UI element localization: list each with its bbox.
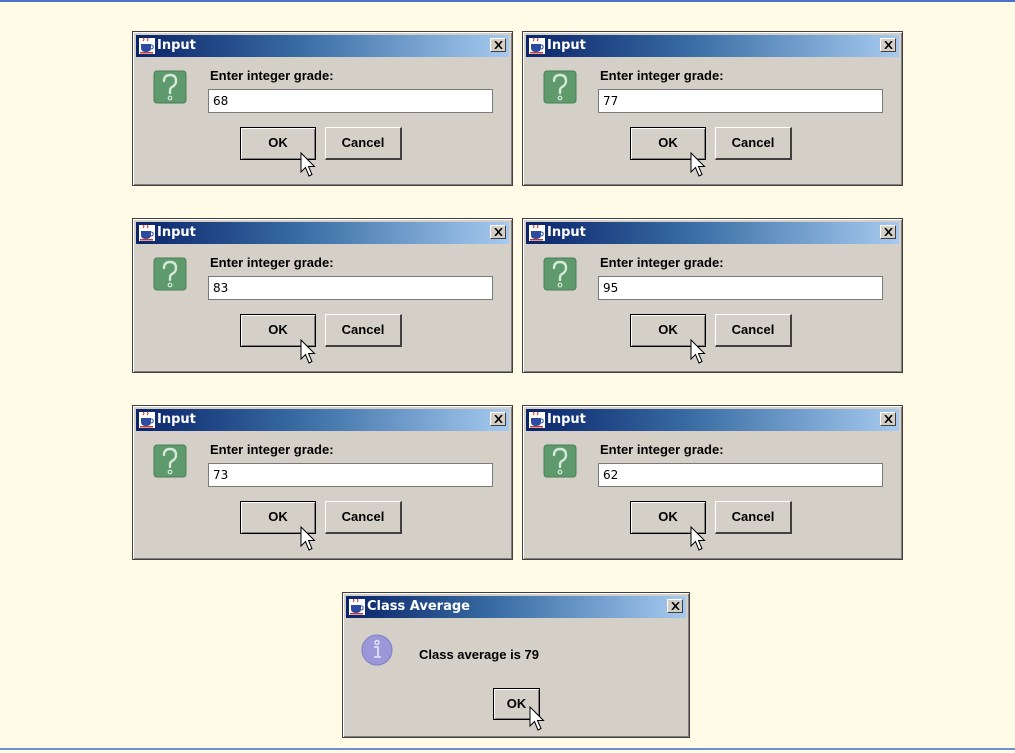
grade-input[interactable] [598, 463, 883, 487]
prompt-label: Enter integer grade: [600, 68, 724, 83]
input-dialog-5: Input Enter integer grade: OK Cancel [132, 405, 513, 560]
question-icon [543, 257, 577, 291]
grade-input[interactable] [208, 89, 493, 113]
close-icon [884, 41, 893, 49]
question-icon [543, 70, 577, 104]
average-message: Class average is 79 [419, 647, 539, 662]
title-bar[interactable]: Input [136, 35, 509, 57]
java-cup-icon [529, 37, 545, 54]
close-button[interactable] [880, 225, 896, 239]
mouse-pointer-icon [690, 526, 706, 551]
close-icon [494, 41, 503, 49]
cancel-button[interactable]: Cancel [325, 314, 402, 347]
prompt-label: Enter integer grade: [210, 68, 334, 83]
close-button[interactable] [490, 225, 506, 239]
grade-input[interactable] [598, 276, 883, 300]
cancel-button[interactable]: Cancel [715, 314, 792, 347]
close-icon [494, 228, 503, 236]
question-icon [543, 444, 577, 478]
grade-input[interactable] [598, 89, 883, 113]
grade-input[interactable] [208, 463, 493, 487]
top-rule [0, 0, 1015, 2]
mouse-pointer-icon [300, 152, 316, 177]
java-cup-icon [139, 224, 155, 241]
title-bar[interactable]: Input [136, 409, 509, 431]
dialog-title: Input [547, 412, 586, 427]
dialog-title: Input [547, 38, 586, 53]
dialog-title: Input [547, 225, 586, 240]
title-bar[interactable]: Input [526, 35, 899, 57]
mouse-pointer-icon [529, 706, 545, 731]
close-icon [671, 602, 680, 610]
bottom-rule [0, 748, 1015, 750]
close-icon [884, 228, 893, 236]
dialog-title: Input [157, 225, 196, 240]
title-bar[interactable]: Input [526, 222, 899, 244]
close-button[interactable] [490, 412, 506, 426]
title-bar[interactable]: Class Average [346, 596, 686, 618]
dialog-title: Class Average [367, 599, 470, 614]
close-button[interactable] [490, 38, 506, 52]
close-icon [494, 415, 503, 423]
input-dialog-6: Input Enter integer grade: OK Cancel [522, 405, 903, 560]
java-cup-icon [529, 411, 545, 428]
java-cup-icon [139, 37, 155, 54]
info-icon [361, 634, 393, 666]
java-cup-icon [529, 224, 545, 241]
question-icon [153, 257, 187, 291]
input-dialog-3: Input Enter integer grade: OK Cancel [132, 218, 513, 373]
close-button[interactable] [880, 412, 896, 426]
question-icon [153, 70, 187, 104]
input-dialog-4: Input Enter integer grade: OK Cancel [522, 218, 903, 373]
dialog-title: Input [157, 412, 196, 427]
prompt-label: Enter integer grade: [600, 442, 724, 457]
input-dialog-1: Input Enter integer grade: OK Cancel [132, 31, 513, 186]
grade-input[interactable] [208, 276, 493, 300]
mouse-pointer-icon [690, 339, 706, 364]
mouse-pointer-icon [690, 152, 706, 177]
cancel-button[interactable]: Cancel [715, 127, 792, 160]
title-bar[interactable]: Input [136, 222, 509, 244]
cancel-button[interactable]: Cancel [325, 127, 402, 160]
title-bar[interactable]: Input [526, 409, 899, 431]
question-icon [153, 444, 187, 478]
close-button[interactable] [667, 599, 683, 613]
cancel-button[interactable]: Cancel [325, 501, 402, 534]
prompt-label: Enter integer grade: [600, 255, 724, 270]
dialog-title: Input [157, 38, 196, 53]
input-dialog-2: Input Enter integer grade: OK Cancel [522, 31, 903, 186]
prompt-label: Enter integer grade: [210, 442, 334, 457]
cancel-button[interactable]: Cancel [715, 501, 792, 534]
mouse-pointer-icon [300, 526, 316, 551]
close-button[interactable] [880, 38, 896, 52]
prompt-label: Enter integer grade: [210, 255, 334, 270]
mouse-pointer-icon [300, 339, 316, 364]
class-average-dialog: Class Average Class average is 79 OK [342, 592, 690, 738]
java-cup-icon [349, 598, 365, 615]
java-cup-icon [139, 411, 155, 428]
close-icon [884, 415, 893, 423]
